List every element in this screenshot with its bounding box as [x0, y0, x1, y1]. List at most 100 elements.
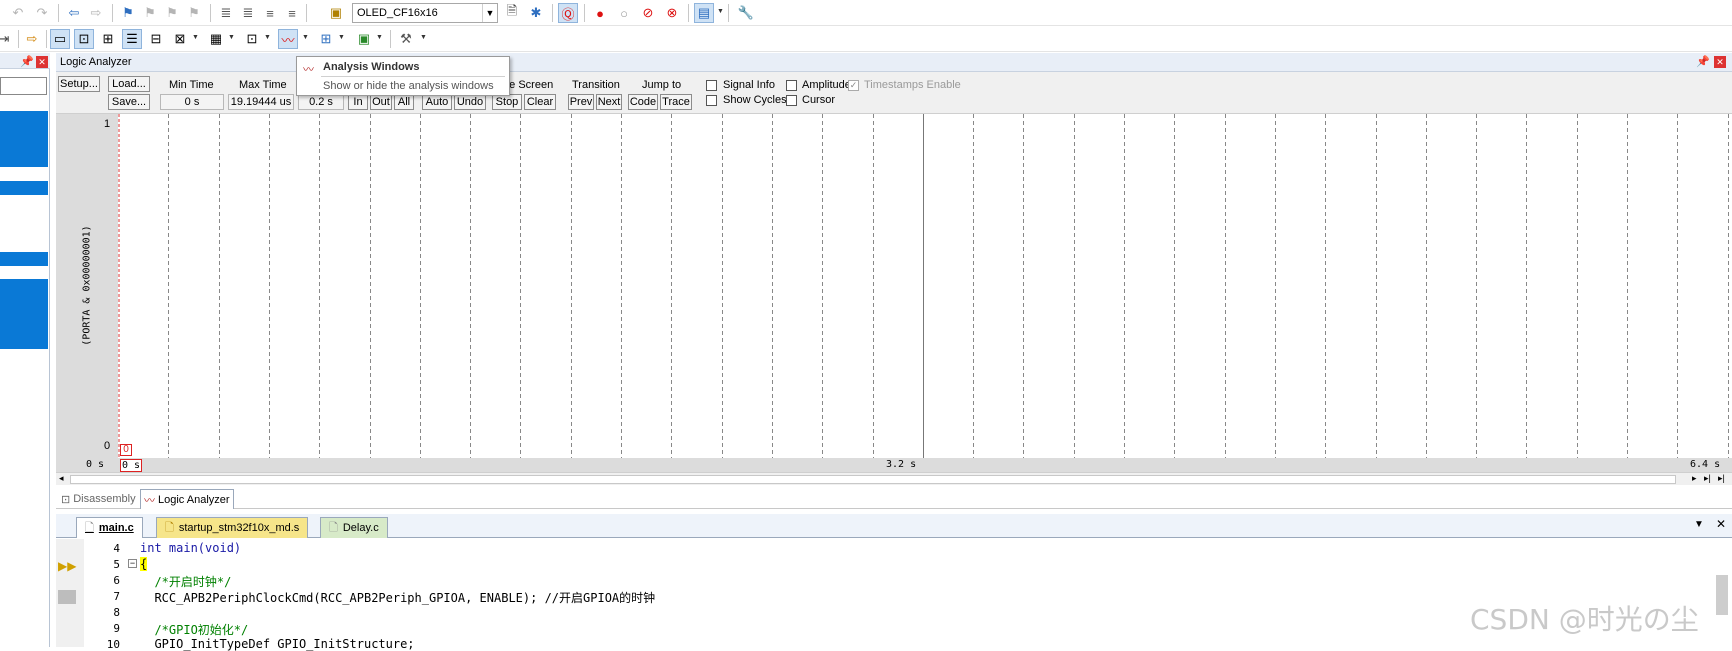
toolbar-separator [58, 4, 59, 22]
undo-button[interactable]: Undo [454, 94, 486, 110]
trace-windows-icon[interactable]: ⊞ [316, 29, 336, 49]
step-icon[interactable]: ⇥ [0, 29, 14, 49]
memory-window-icon[interactable]: ▦ [206, 29, 226, 49]
tab-disassembly[interactable]: ⊡ Disassembly [58, 489, 139, 509]
code-line[interactable]: GPIO_InitTypeDef GPIO_InitStructure; [140, 637, 414, 651]
toolbox-icon[interactable]: ⚒ [396, 29, 416, 49]
cursor-checkbox[interactable] [786, 95, 797, 106]
chevron-down-icon[interactable]: ▼ [192, 34, 199, 41]
debug-session-icon[interactable]: Ⓠ [558, 3, 578, 23]
target-select[interactable]: OLED_CF16x16 ▼ [352, 3, 498, 23]
chevron-down-icon[interactable]: ▼ [420, 34, 427, 41]
prev-button[interactable]: Prev [568, 94, 594, 110]
comment-icon[interactable]: ≡ [260, 3, 280, 23]
symbols-window-icon[interactable]: ⊞ [98, 29, 118, 49]
close-icon[interactable]: ✕ [36, 56, 48, 68]
file-asm-icon: 🗋 [165, 521, 174, 534]
chevron-down-icon[interactable]: ▼ [228, 34, 235, 41]
bookmark-next-icon[interactable]: ⚑ [162, 3, 182, 23]
scroll-right-icon[interactable]: ▸ [1692, 473, 1697, 484]
uncomment-icon[interactable]: ≡ [282, 3, 302, 23]
signal-info-checkbox[interactable] [706, 80, 717, 91]
timestamps-enable-checkbox[interactable]: ✓ [848, 80, 859, 91]
navigate-back-icon[interactable]: ⇦ [64, 3, 84, 23]
breakpoint-enable-icon[interactable]: ○ [614, 3, 634, 23]
load-button[interactable]: Load... [108, 76, 150, 92]
window-layout-icon[interactable]: ▤ [694, 3, 714, 23]
command-window-icon[interactable]: ▭ [50, 29, 70, 49]
scroll-end-icon[interactable]: ▸| [1704, 473, 1711, 484]
pin-icon[interactable]: 📌 [1696, 55, 1710, 68]
save-button[interactable]: Save... [108, 94, 150, 110]
system-viewer-icon[interactable]: ▣ [354, 29, 374, 49]
disassembly-window-icon[interactable]: ⊡ [74, 29, 94, 49]
horizontal-scrollbar[interactable]: ◂ ▸ ▸| ▸| [56, 472, 1732, 485]
chevron-down-icon[interactable]: ▼ [376, 34, 383, 41]
open-file-icon[interactable]: ▣ [326, 3, 346, 23]
pin-icon[interactable]: 📌 [20, 55, 34, 68]
redo-icon[interactable]: ↷ [32, 3, 52, 23]
jump-trace-button[interactable]: Trace [660, 94, 692, 110]
line-number: 8 [113, 606, 120, 619]
chevron-down-icon[interactable]: ▼ [482, 4, 497, 22]
bookmark-clear-icon[interactable]: ⚑ [184, 3, 204, 23]
chevron-down-icon[interactable]: ▼ [264, 34, 271, 41]
code-line[interactable]: int main(void) [140, 541, 241, 555]
scroll-thumb[interactable] [70, 475, 1676, 484]
run-to-cursor-icon[interactable]: ⇨ [22, 29, 42, 49]
tab-startup[interactable]: 🗋 startup_stm32f10x_md.s [156, 517, 309, 538]
close-icon[interactable]: ✕ [1716, 517, 1726, 531]
clear-button[interactable]: Clear [524, 94, 556, 110]
unindent-icon[interactable]: ≣ [238, 3, 258, 23]
left-dock-input[interactable] [0, 77, 47, 95]
scroll-end2-icon[interactable]: ▸| [1718, 473, 1725, 484]
waveform-plot[interactable]: 0 [118, 114, 1732, 458]
zoom-all-button[interactable]: All [394, 94, 414, 110]
zoom-in-button[interactable]: In [348, 94, 368, 110]
vertical-scroll-thumb[interactable] [1716, 575, 1728, 615]
toolbar-separator [728, 4, 729, 22]
chevron-down-icon[interactable]: ▼ [338, 34, 345, 41]
code-line[interactable]: /*开启时钟*/ [140, 573, 231, 590]
analysis-windows-icon[interactable]: 〰 [278, 29, 298, 49]
auto-button[interactable]: Auto [422, 94, 452, 110]
signal-name-label[interactable]: (PORTA & 0x00000001) [82, 211, 93, 361]
amplitude-checkbox[interactable] [786, 80, 797, 91]
setup-button[interactable]: Setup... [58, 76, 100, 92]
breakpoint-insert-icon[interactable]: ● [590, 3, 610, 23]
close-icon[interactable]: ✕ [1714, 56, 1726, 68]
chevron-down-icon[interactable]: ▼ [717, 8, 724, 15]
registers-window-icon[interactable]: ☰ [122, 29, 142, 49]
bookmark-prev-icon[interactable]: ⚑ [140, 3, 160, 23]
tab-delay-c[interactable]: 🗋 Delay.c [320, 517, 388, 538]
code-line[interactable]: /*GPIO初始化*/ [140, 621, 248, 638]
show-cycles-checkbox[interactable] [706, 95, 717, 106]
jump-code-button[interactable]: Code [628, 94, 658, 110]
chevron-down-icon[interactable]: ▼ [302, 34, 309, 41]
breakpoint-kill-all-icon[interactable]: ⊗ [662, 3, 682, 23]
find-icon[interactable]: 🗎 [502, 3, 522, 23]
next-button[interactable]: Next [596, 94, 622, 110]
max-time-label: Max Time [239, 79, 287, 91]
find-in-files-icon[interactable]: ✱ [526, 3, 546, 23]
breakpoint-disable-all-icon[interactable]: ⊘ [638, 3, 658, 23]
scroll-left-icon[interactable]: ◂ [59, 473, 64, 484]
watch-window-icon[interactable]: ⊠ [170, 29, 190, 49]
undo-icon[interactable]: ↶ [8, 3, 28, 23]
zoom-out-button[interactable]: Out [370, 94, 392, 110]
call-stack-window-icon[interactable]: ⊟ [146, 29, 166, 49]
indent-icon[interactable]: ≣ [216, 3, 236, 23]
serial-window-icon[interactable]: ⊡ [242, 29, 262, 49]
configure-icon[interactable]: 🔧 [736, 3, 756, 23]
chevron-down-icon[interactable]: ▼ [1694, 519, 1704, 530]
tab-logic-analyzer[interactable]: 〰 Logic Analyzer [140, 489, 234, 509]
fold-toggle-icon[interactable]: − [128, 559, 137, 568]
stop-button[interactable]: Stop [492, 94, 522, 110]
code-line[interactable]: RCC_APB2PeriphClockCmd(RCC_APB2Periph_GP… [140, 589, 655, 606]
navigate-forward-icon[interactable]: ⇨ [86, 3, 106, 23]
tab-main-c[interactable]: 🗋 main.c [76, 517, 143, 538]
code-line[interactable]: { [140, 557, 148, 571]
selection-highlight [0, 252, 48, 266]
bookmark-toggle-icon[interactable]: ⚑ [118, 3, 138, 23]
editor-gutter[interactable]: ▶▶ [56, 539, 84, 647]
